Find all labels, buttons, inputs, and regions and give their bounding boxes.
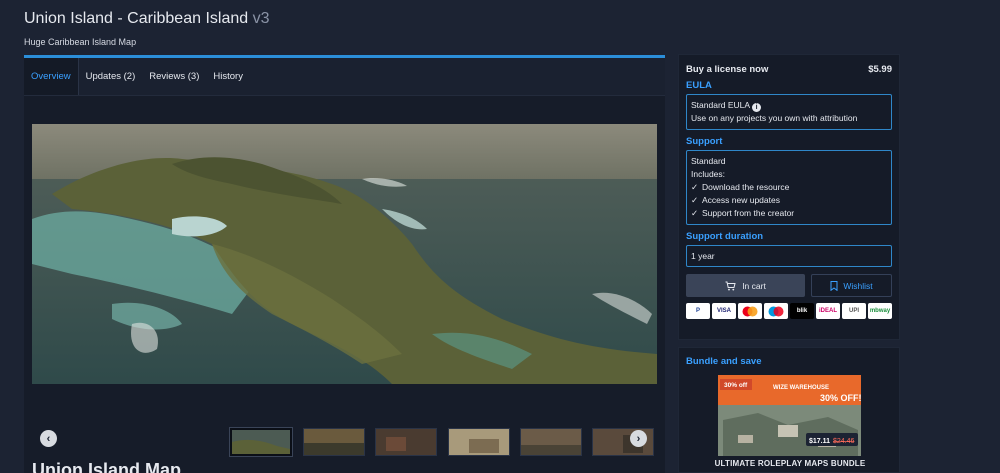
version-label: v3 — [252, 10, 270, 27]
action-buttons: In cart Wishlist — [686, 274, 892, 297]
in-cart-button[interactable]: In cart — [686, 274, 805, 297]
support-duration-select[interactable]: 1 year — [686, 245, 892, 267]
cart-icon — [725, 281, 736, 290]
check-icon: ✓ — [691, 195, 699, 205]
title-text: Union Island - Caribbean Island — [24, 10, 249, 27]
bundle-discount-badge: 30% off — [724, 382, 748, 389]
tab-updates[interactable]: Updates (2) — [79, 58, 143, 95]
price: $5.99 — [868, 64, 892, 75]
support-label: Support — [686, 136, 723, 147]
thumbnail-image — [304, 429, 364, 455]
check-icon: ✓ — [691, 208, 699, 218]
in-cart-label: In cart — [742, 280, 766, 291]
eula-label: EULA — [686, 80, 712, 91]
tab-overview[interactable]: Overview — [24, 58, 79, 95]
wishlist-label: Wishlist — [843, 280, 873, 291]
mbway-icon: mbway — [868, 303, 892, 319]
page-title: Union Island - Caribbean Island v3 — [24, 10, 270, 28]
content-heading: Union Island Map — [32, 460, 182, 473]
bundle-panel: Bundle and save 30% off WIZE WAREHOUSE 3… — [678, 347, 900, 473]
page-subtitle: Huge Caribbean Island Map — [24, 37, 137, 47]
maestro-logo — [768, 306, 784, 316]
blik-icon: blik — [790, 303, 814, 319]
thumbnail[interactable] — [520, 428, 582, 456]
tab-bar: Overview Updates (2) Reviews (3) History — [24, 58, 665, 96]
bundle-brand: WIZE WAREHOUSE — [773, 385, 829, 391]
tab-reviews[interactable]: Reviews (3) — [142, 58, 206, 95]
thumbnail-image — [376, 429, 436, 455]
bundle-name[interactable]: ULTIMATE ROLEPLAY MAPS BUNDLE — [679, 459, 901, 468]
thumbnail-image — [449, 429, 509, 455]
check-icon: ✓ — [691, 182, 699, 192]
thumbnail-image — [232, 430, 290, 454]
buy-header: Buy a license now $5.99 — [686, 64, 892, 75]
eula-option[interactable]: Standard EULA i Use on any projects you o… — [686, 94, 892, 130]
tab-history[interactable]: History — [206, 58, 250, 95]
support-option[interactable]: Standard Includes: ✓ Download the resourc… — [686, 150, 892, 225]
thumbnail[interactable] — [448, 428, 510, 456]
product-main-panel: Overview Updates (2) Reviews (3) History — [24, 55, 665, 473]
support-duration-label: Support duration — [686, 231, 764, 242]
bundle-original-price: $24.46 — [833, 438, 855, 445]
eula-name: Standard EULA — [691, 100, 751, 110]
info-icon[interactable]: i — [752, 103, 762, 112]
thumbnail[interactable] — [375, 428, 437, 456]
wishlist-button[interactable]: Wishlist — [811, 274, 892, 297]
upi-icon: UPI — [842, 303, 866, 319]
maestro-icon — [764, 303, 788, 319]
support-feature: Support from the creator — [702, 208, 795, 218]
paypal-icon: P — [686, 303, 710, 319]
support-includes: Includes: — [691, 169, 726, 179]
support-feature: Access new updates — [702, 195, 780, 205]
bundle-promo-text: 30% OFF! — [820, 393, 861, 403]
mastercard-icon — [738, 303, 762, 319]
chevron-right-icon[interactable]: › — [630, 430, 647, 447]
island-aerial-image — [32, 124, 657, 384]
bundle-artwork: 30% off WIZE WAREHOUSE 30% OFF! $17.11 $… — [718, 375, 861, 456]
buy-title: Buy a license now — [686, 64, 769, 75]
chevron-left-icon[interactable]: ‹ — [40, 430, 57, 447]
payment-methods: P VISA blik iDEAL UPI mbway — [686, 303, 892, 319]
buy-license-panel: Buy a license now $5.99 EULA Standard EU… — [678, 54, 900, 340]
eula-description: Use on any projects you own with attribu… — [691, 113, 858, 123]
visa-icon: VISA — [712, 303, 736, 319]
hero-image[interactable] — [32, 124, 657, 384]
bundle-sale-price: $17.11 — [809, 438, 830, 445]
thumbnail-strip: ‹ › — [24, 418, 665, 458]
ideal-icon: iDEAL — [816, 303, 840, 319]
support-name: Standard — [691, 156, 726, 166]
mastercard-logo — [742, 306, 758, 316]
bundle-title: Bundle and save — [686, 356, 762, 367]
thumbnail[interactable] — [229, 427, 293, 457]
bookmark-icon — [830, 280, 838, 291]
bundle-image[interactable]: 30% off WIZE WAREHOUSE 30% OFF! $17.11 $… — [718, 375, 861, 456]
support-feature: Download the resource — [702, 182, 790, 192]
thumbnail-image — [521, 429, 581, 455]
thumbnail[interactable] — [303, 428, 365, 456]
